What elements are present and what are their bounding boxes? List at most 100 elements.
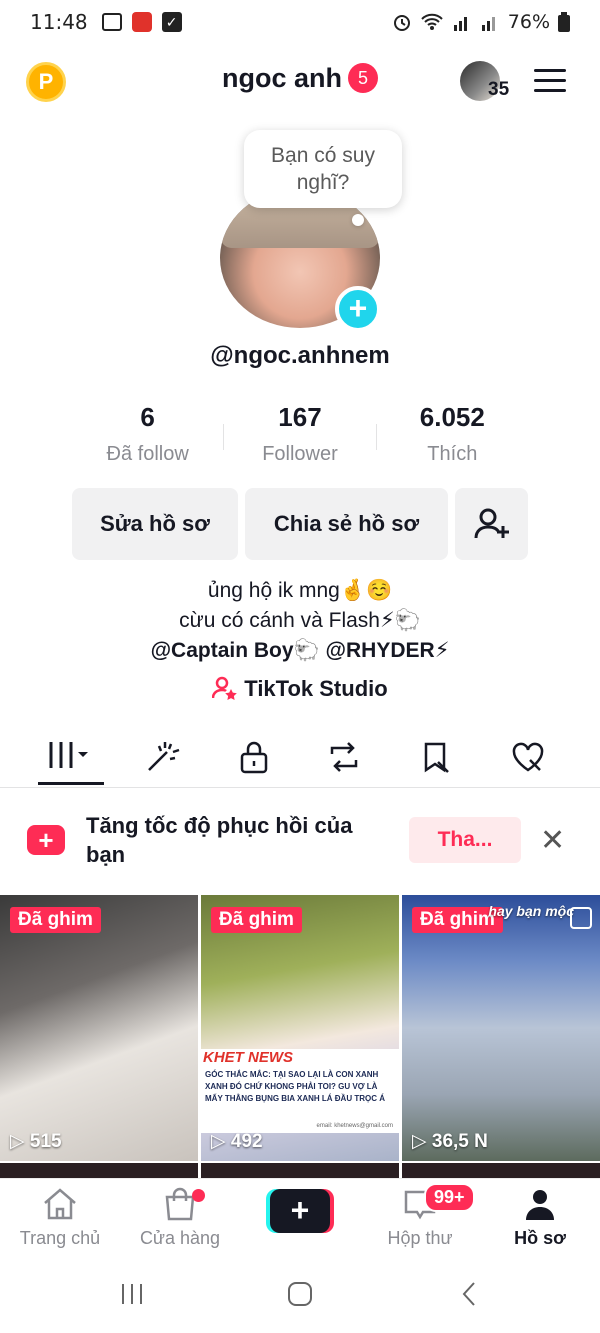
status-time: 11:48 xyxy=(30,10,88,34)
thought-bubble[interactable]: Bạn có suy nghĩ? xyxy=(244,130,402,208)
video-thumbnail[interactable] xyxy=(0,1163,198,1179)
stat-followers[interactable]: 167 Follower xyxy=(224,402,375,466)
battery-icon xyxy=(558,12,570,32)
signal-icon-2 xyxy=(481,17,495,31)
nav-shop-label: Cửa hàng xyxy=(139,1228,221,1248)
news-overlay: KHET NEWS GÓC THẮC MẮC: TẠI SAO LẠI LÀ C… xyxy=(201,1049,399,1133)
bio-line: ủng hộ ik mng🤞☺️ xyxy=(207,579,393,602)
recent-apps-icon[interactable] xyxy=(118,1280,146,1308)
friends-count: 35 xyxy=(488,79,510,100)
video-thumbnail[interactable] xyxy=(402,1163,600,1179)
view-count-value: 515 xyxy=(29,1131,62,1152)
stat-likes[interactable]: 6.052 Thích xyxy=(377,402,528,466)
video-thumbnail[interactable]: Đã ghim KHET NEWS GÓC THẮC MẮC: TẠI SAO … xyxy=(201,895,399,1161)
studio-label: TikTok Studio xyxy=(244,676,388,701)
stat-label: Đã follow xyxy=(106,443,189,465)
system-navigation xyxy=(0,1262,600,1333)
tiktok-studio-link[interactable]: TikTok Studio xyxy=(0,676,600,702)
view-count: ▷ 515 xyxy=(10,1131,62,1152)
wifi-icon xyxy=(421,13,443,30)
battery-level: 76% xyxy=(507,11,550,33)
video-thumbnail[interactable] xyxy=(201,1163,399,1179)
signal-icon xyxy=(453,17,467,31)
news-body: GÓC THẮC MẮC: TẠI SAO LẠI LÀ CON XANH XA… xyxy=(205,1070,385,1103)
tab-favorites[interactable] xyxy=(406,734,466,780)
home-system-icon[interactable] xyxy=(286,1280,314,1308)
video-overlay-text: hay bạn mộc xyxy=(488,903,574,919)
repost-icon xyxy=(330,742,358,772)
username-row: ngoc anh 5 xyxy=(0,63,600,94)
tab-reposts[interactable] xyxy=(314,734,374,780)
add-story-button[interactable]: + xyxy=(335,286,381,332)
recovery-banner: + Tăng tốc độ phục hồi của bạn Tha... ✕ xyxy=(0,795,600,887)
banner-close-icon[interactable]: ✕ xyxy=(540,823,565,858)
nav-profile-label: Hồ sơ xyxy=(514,1228,566,1248)
create-plus-icon: + xyxy=(270,1189,330,1233)
check-icon: ✓ xyxy=(161,12,182,32)
profile-stats: 6 Đã follow 167 Follower 6.052 Thích xyxy=(72,402,528,466)
bookmark-hidden-icon xyxy=(424,742,449,773)
add-friend-button[interactable] xyxy=(455,488,528,560)
bio-mentions[interactable]: @Captain Boy🐑 @RHYDER⚡ xyxy=(0,636,600,666)
stat-label: Follower xyxy=(262,443,338,465)
back-icon[interactable] xyxy=(456,1280,484,1308)
hamburger-menu-icon[interactable] xyxy=(534,69,566,93)
stat-value: 6.052 xyxy=(419,402,485,432)
pinned-badge: Đã ghim xyxy=(10,907,101,933)
stat-value: 6 xyxy=(140,402,155,432)
tab-videos[interactable] xyxy=(40,734,100,780)
tab-liked[interactable] xyxy=(498,734,558,780)
home-icon xyxy=(44,1188,76,1220)
bottom-navigation: Trang chủ Cửa hàng + 99+ Hộp thư Hồ sơ xyxy=(0,1178,600,1260)
view-count-value: 36,5 N xyxy=(431,1131,488,1152)
video-grid: Đã ghim ▷ 515 Đã ghim KHET NEWS GÓC THẮC… xyxy=(0,895,600,1161)
status-bar: 11:48 ✓ 76% xyxy=(0,0,600,44)
video-thumbnail[interactable]: Đã ghim hay bạn mộc ▷ 36,5 N xyxy=(402,895,600,1161)
multi-image-icon xyxy=(570,907,592,929)
profile-header: P ngoc anh 5 35 xyxy=(0,55,600,111)
sparkle-icon xyxy=(148,742,180,771)
alarm-icon xyxy=(393,15,410,31)
content-tabs xyxy=(0,726,600,788)
stat-label: Thích xyxy=(427,443,478,465)
stat-value: 167 xyxy=(278,402,322,432)
lock-icon xyxy=(240,741,268,774)
profile-bio: ủng hộ ik mng🤞☺️ cừu có cánh và Flash⚡🐑 … xyxy=(0,576,600,666)
nav-shop[interactable]: Cửa hàng xyxy=(120,1187,240,1249)
grid-icon xyxy=(49,742,88,768)
banner-text: Tăng tốc độ phục hồi của bạn xyxy=(86,813,353,867)
view-count: ▷ 492 xyxy=(211,1131,263,1152)
active-tab-indicator xyxy=(38,782,104,785)
notification-badge: 5 xyxy=(348,63,378,93)
gallery-icon xyxy=(101,13,122,31)
tab-private[interactable] xyxy=(224,734,284,780)
banner-action-button[interactable]: Tha... xyxy=(409,817,521,863)
studio-icon xyxy=(212,676,238,700)
view-count: ▷ 36,5 N xyxy=(412,1131,488,1152)
manga-app-icon xyxy=(131,12,152,32)
video-grid-row-2 xyxy=(0,1163,600,1179)
pinned-badge: Đã ghim xyxy=(211,907,302,933)
nav-home-label: Trang chủ xyxy=(19,1228,101,1248)
view-count-value: 492 xyxy=(230,1131,263,1152)
stat-following[interactable]: 6 Đã follow xyxy=(72,402,223,466)
nav-inbox-label: Hộp thư xyxy=(387,1228,453,1248)
news-email: email: khetnews@gmail.com xyxy=(316,1123,393,1129)
first-aid-icon: + xyxy=(27,825,65,855)
nav-inbox[interactable]: 99+ Hộp thư xyxy=(360,1183,480,1249)
heart-hidden-icon xyxy=(512,742,544,772)
edit-profile-button[interactable]: Sửa hồ sơ xyxy=(72,488,238,560)
news-title: KHET NEWS xyxy=(203,1049,293,1066)
video-thumbnail[interactable]: Đã ghim ▷ 515 xyxy=(0,895,198,1161)
tab-spark[interactable] xyxy=(133,734,193,780)
profile-handle: @ngoc.anhnem xyxy=(210,342,390,369)
profile-icon xyxy=(526,1190,554,1220)
share-profile-button[interactable]: Chia sẻ hồ sơ xyxy=(245,488,448,560)
profile-username[interactable]: ngoc anh xyxy=(222,63,342,93)
create-button[interactable]: + xyxy=(266,1189,334,1233)
nav-home[interactable]: Trang chủ xyxy=(0,1187,120,1249)
nav-profile[interactable]: Hồ sơ xyxy=(480,1187,600,1249)
bio-line: cừu có cánh và Flash⚡🐑 xyxy=(179,609,421,632)
shop-notification-dot xyxy=(192,1189,205,1202)
thought-bubble-dot xyxy=(352,214,364,226)
